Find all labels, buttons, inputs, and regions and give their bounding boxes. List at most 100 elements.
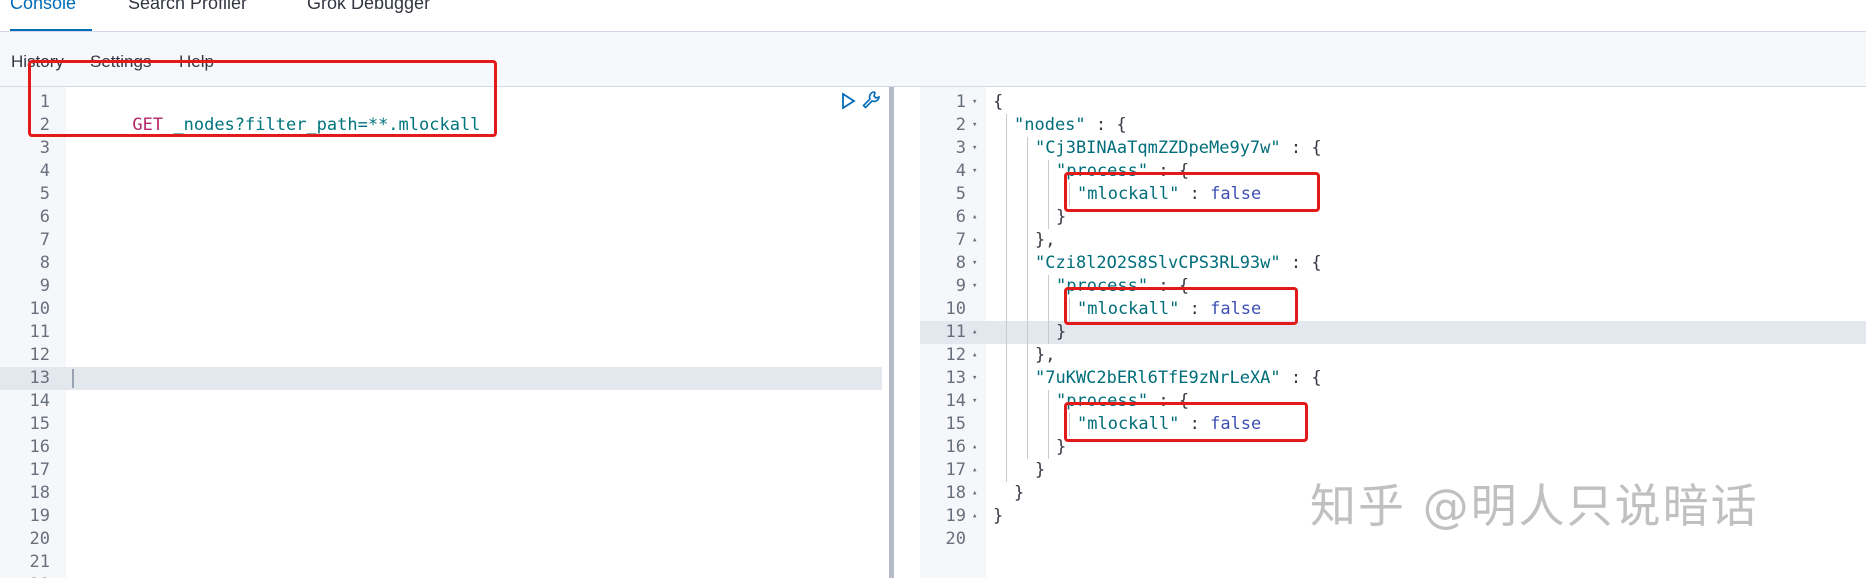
fold-down-icon[interactable]: ▾ — [972, 137, 977, 160]
request-line-row[interactable]: 12 — [0, 344, 882, 367]
help-link[interactable]: Help — [179, 52, 214, 72]
json-punctuation: : { — [1280, 368, 1322, 388]
line-number: 22 — [0, 574, 50, 578]
request-line-row[interactable]: 22 — [0, 574, 882, 578]
json-boolean: false — [1210, 184, 1262, 204]
line-number: 9 — [39, 276, 50, 296]
line-number: 7 — [39, 230, 50, 250]
pane-resizer[interactable] — [889, 87, 920, 578]
request-line-row[interactable]: 21 — [0, 551, 882, 574]
response-line-row: 14 ▾ "process" : { — [920, 390, 1866, 413]
fold-up-icon[interactable]: ▴ — [972, 482, 977, 505]
response-code: } — [1056, 206, 1066, 229]
request-line-row[interactable]: 9 — [0, 275, 882, 298]
line-number: 15 — [29, 414, 50, 434]
wrench-icon[interactable] — [861, 90, 881, 110]
request-line-row[interactable]: 10 — [0, 298, 882, 321]
request-line-row[interactable]: 13 — [0, 367, 882, 390]
line-number: 5 — [955, 184, 966, 204]
line-number: 21 — [29, 552, 50, 572]
fold-up-icon[interactable]: ▴ — [972, 459, 977, 482]
line-number: 2 — [955, 115, 966, 135]
line-number: 14 — [29, 391, 50, 411]
response-code: } — [1014, 482, 1024, 505]
request-line-row[interactable]: 11 — [0, 321, 882, 344]
line-number: 17 — [29, 460, 50, 480]
request-line-1[interactable]: GET _nodes?filter_path=**.mlockall — [0, 91, 880, 135]
fold-up-icon[interactable]: ▴ — [972, 505, 977, 528]
fold-up-icon[interactable]: ▴ — [972, 436, 977, 459]
request-line-row[interactable]: 6 — [0, 206, 882, 229]
response-code: "mlockall" : false — [1077, 183, 1261, 206]
fold-down-icon[interactable]: ▾ — [972, 390, 977, 413]
line-number: 17 — [945, 460, 966, 480]
request-line-row[interactable]: 19 — [0, 505, 882, 528]
response-line-row: 16 ▴} — [920, 436, 1866, 459]
settings-link[interactable]: Settings — [90, 52, 151, 72]
json-key: "7uKWC2bERl6TfE9zNrLeXA" — [1035, 368, 1281, 388]
line-number: 19 — [29, 506, 50, 526]
response-code: }, — [1035, 344, 1055, 367]
line-number: 15 — [945, 414, 966, 434]
history-link[interactable]: History — [11, 52, 64, 72]
response-line-row: 11 ▴} — [920, 321, 1866, 344]
line-number: 6 — [955, 207, 966, 227]
request-line-row[interactable]: 8 — [0, 252, 882, 275]
response-code: "mlockall" : false — [1077, 298, 1261, 321]
request-line-row[interactable]: 5 — [0, 183, 882, 206]
fold-down-icon[interactable]: ▾ — [972, 275, 977, 298]
line-number: 10 — [29, 299, 50, 319]
request-line-row[interactable]: 4 — [0, 160, 882, 183]
json-punctuation: : { — [1148, 161, 1190, 181]
pane-resizer-handle[interactable] — [889, 87, 894, 578]
response-line-row: 1 ▾ { — [920, 91, 1866, 114]
tab-grok-debugger[interactable]: Grok Debugger — [307, 0, 430, 31]
response-code: "process" : { — [1056, 160, 1189, 183]
fold-down-icon[interactable]: ▾ — [972, 160, 977, 183]
request-line-row[interactable]: 20 — [0, 528, 882, 551]
fold-down-icon[interactable]: ▾ — [972, 114, 977, 137]
fold-down-icon[interactable]: ▾ — [972, 367, 977, 390]
indent-guide — [1069, 183, 1070, 206]
response-line-row: 3 ▾ "Cj3BINAaTqmZZDpeMe9y7w" : { — [920, 137, 1866, 160]
indent-guide — [1069, 298, 1070, 321]
request-line-row[interactable]: 18 — [0, 482, 882, 505]
line-number: 16 — [29, 437, 50, 457]
line-number: 18 — [29, 483, 50, 503]
fold-up-icon[interactable]: ▴ — [972, 229, 977, 252]
line-number: 8 — [39, 253, 50, 273]
fold-down-icon[interactable]: ▾ — [972, 252, 977, 275]
request-line-row[interactable]: 14 — [0, 390, 882, 413]
line-number: 1 — [955, 92, 966, 112]
json-key: "process" — [1056, 161, 1149, 181]
json-punctuation: : { — [1280, 138, 1322, 158]
response-code: } — [993, 505, 1003, 528]
line-number: 8 — [955, 253, 966, 273]
json-punctuation: : — [1179, 184, 1211, 204]
request-editor[interactable]: 12345678910111213141516171819202122 GET … — [0, 87, 889, 578]
json-key: "nodes" — [1014, 115, 1086, 135]
tab-console[interactable]: Console — [10, 0, 92, 31]
response-code: }, — [1035, 229, 1055, 252]
response-code: "Cj3BINAaTqmZZDpeMe9y7w" : { — [1035, 137, 1322, 160]
json-punctuation: } — [1035, 460, 1046, 480]
json-key: "Cj3BINAaTqmZZDpeMe9y7w" — [1035, 138, 1281, 158]
play-icon[interactable] — [838, 91, 858, 111]
line-number: 5 — [39, 184, 50, 204]
json-punctuation: } — [993, 506, 1004, 526]
tab-search-profiler[interactable]: Search Profiler — [128, 0, 247, 31]
fold-up-icon[interactable]: ▴ — [972, 344, 977, 367]
line-number: 13 — [29, 368, 50, 388]
fold-up-icon[interactable]: ▴ — [972, 321, 977, 344]
json-key: "process" — [1056, 391, 1149, 411]
json-punctuation: : — [1179, 299, 1211, 319]
fold-down-icon[interactable]: ▾ — [972, 91, 977, 114]
response-code: "process" : { — [1056, 390, 1189, 413]
fold-up-icon[interactable]: ▴ — [972, 206, 977, 229]
request-line-row[interactable]: 7 — [0, 229, 882, 252]
request-line-row[interactable]: 15 — [0, 413, 882, 436]
line-number: 10 — [945, 299, 966, 319]
json-punctuation: }, — [1035, 345, 1056, 365]
request-line-row[interactable]: 17 — [0, 459, 882, 482]
request-line-row[interactable]: 16 — [0, 436, 882, 459]
